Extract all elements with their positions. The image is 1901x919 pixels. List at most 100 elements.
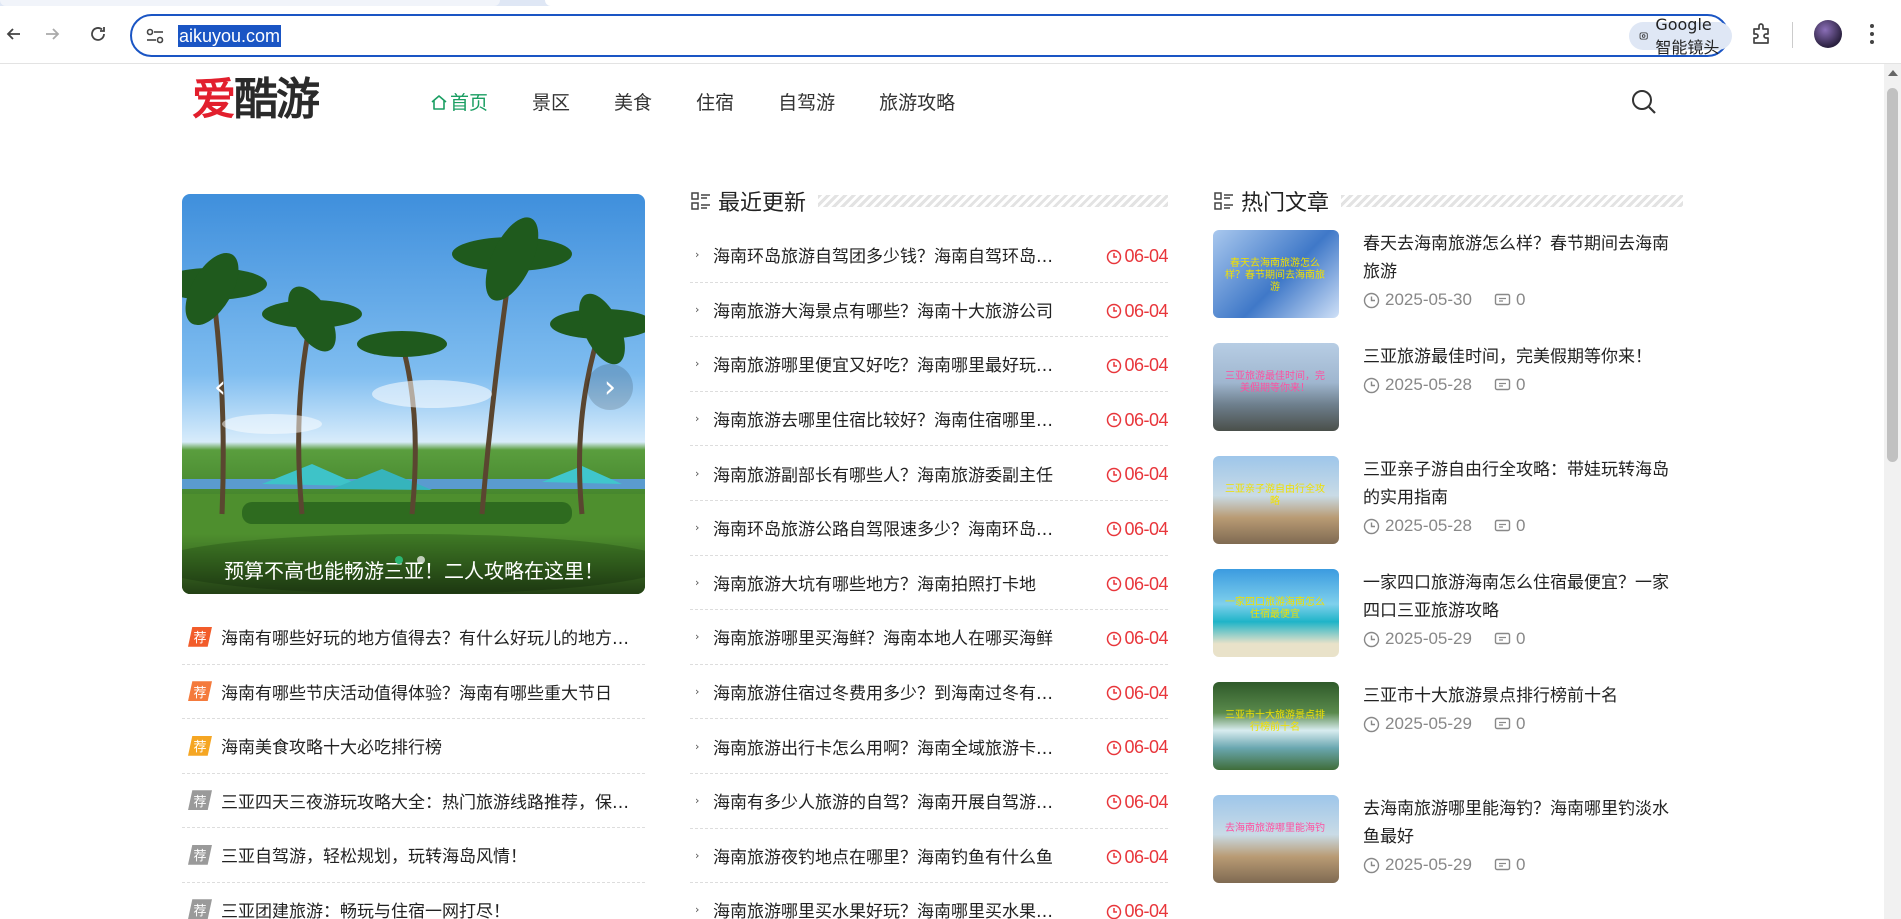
article-title[interactable]: 三亚旅游最佳时间，完美假期等你来！	[1363, 343, 1683, 371]
article-title[interactable]: 一家四口旅游海南怎么住宿最便宜？一家四口三亚旅游攻略	[1363, 569, 1683, 625]
browser-menu-icon[interactable]	[1860, 20, 1884, 48]
list-item[interactable]: 荐 三亚四天三夜游玩攻略大全：热门旅游线路推荐，保姆级攻略	[182, 774, 645, 828]
date-text: 06-04	[1124, 355, 1168, 376]
list-item[interactable]: 荐 海南有哪些节庆活动值得体验？海南有哪些重大节日	[182, 665, 645, 719]
scroll-up-icon[interactable]	[1888, 70, 1898, 76]
date-stamp: 06-04	[1106, 519, 1168, 540]
search-icon[interactable]	[1628, 86, 1660, 118]
list-item[interactable]: › 海南环岛旅游公路自驾限速多少？海南环岛公路限速 06-04	[690, 501, 1168, 556]
list-item-title[interactable]: 海南旅游大坑有哪些地方？海南拍照打卡地	[713, 570, 1063, 595]
logo-text-red: 爱	[192, 74, 236, 125]
list-item[interactable]: › 海南旅游出行卡怎么用啊？海南全域旅游卡怎么用 06-04	[690, 719, 1168, 774]
list-item-title[interactable]: 海南旅游夜钓地点在哪里？海南钓鱼有什么鱼	[713, 843, 1063, 868]
article-title[interactable]: 三亚市十大旅游景点排行榜前十名	[1363, 682, 1683, 710]
thumbnail-overlay-text: 三亚市十大旅游景点排行榜前十名	[1225, 710, 1325, 733]
list-item-title[interactable]: 三亚自驾游，轻松规划，玩转海岛风情！	[221, 842, 641, 867]
article-thumbnail[interactable]: 三亚旅游最佳时间，完美假期等你来！	[1213, 343, 1339, 431]
list-item-title[interactable]: 三亚团建旅游：畅玩与住宿一网打尽！	[221, 897, 641, 919]
date-stamp: 06-04	[1106, 628, 1168, 649]
list-item[interactable]: › 海南旅游哪里买海鲜？海南本地人在哪买海鲜 06-04	[690, 610, 1168, 665]
list-item-title[interactable]: 海南环岛旅游自驾团多少钱？海南自驾环岛攻略	[713, 242, 1063, 267]
list-item[interactable]: › 海南旅游哪里买水果好玩？海南哪里买水果便宜 06-04	[690, 883, 1168, 919]
list-item-title[interactable]: 三亚四天三夜游玩攻略大全：热门旅游线路推荐，保姆级攻略	[221, 788, 641, 813]
nav-scenic[interactable]: 景区	[532, 88, 570, 118]
nav-food[interactable]: 美食	[614, 88, 652, 118]
date-text: 06-04	[1124, 737, 1168, 758]
list-item[interactable]: › 海南旅游去哪里住宿比较好？海南住宿哪里性价比高 06-04	[690, 392, 1168, 447]
nav-guides[interactable]: 旅游攻略	[879, 88, 955, 118]
reload-icon[interactable]	[84, 20, 112, 48]
slider-dot-2[interactable]	[417, 556, 425, 564]
hero-slider[interactable]: ‹ › 预算不高也能畅游三亚！二人攻略在这里！	[182, 194, 645, 594]
latest-section-title: 最近更新	[718, 191, 807, 216]
article-title[interactable]: 三亚亲子游自由行全攻略：带娃玩转海岛的实用指南	[1363, 456, 1683, 512]
list-item-title[interactable]: 海南旅游大海景点有哪些？海南十大旅游公司	[713, 297, 1063, 322]
extensions-icon[interactable]	[1748, 20, 1776, 48]
list-item-title[interactable]: 海南有哪些好玩的地方值得去？有什么好玩儿的地方推荐？	[221, 624, 641, 649]
article-meta: 2025-05-28 0	[1363, 516, 1525, 536]
article-date: 2025-05-29	[1385, 855, 1472, 874]
hot-article[interactable]: 三亚亲子游自由行全攻略 三亚亲子游自由行全攻略：带娃玩转海岛的实用指南 2025…	[1213, 456, 1683, 569]
list-item-title[interactable]: 海南旅游去哪里住宿比较好？海南住宿哪里性价比高	[713, 406, 1063, 431]
google-lens-button[interactable]: Google 智能镜头	[1629, 15, 1733, 57]
nav-home[interactable]: 首页	[430, 88, 488, 118]
list-item-title[interactable]: 海南环岛旅游公路自驾限速多少？海南环岛公路限速	[713, 515, 1063, 540]
hot-article[interactable]: 三亚市十大旅游景点排行榜前十名 三亚市十大旅游景点排行榜前十名 2025-05-…	[1213, 682, 1683, 795]
article-thumbnail[interactable]: 三亚市十大旅游景点排行榜前十名	[1213, 682, 1339, 770]
list-item[interactable]: 荐 海南有哪些好玩的地方值得去？有什么好玩儿的地方推荐？	[182, 610, 645, 665]
date-text: 06-04	[1124, 846, 1168, 867]
date-stamp: 06-04	[1106, 901, 1168, 919]
list-item[interactable]: › 海南有多少人旅游的自驾？海南开展自驾游的人数 06-04	[690, 774, 1168, 829]
list-item-title[interactable]: 海南美食攻略十大必吃排行榜	[221, 733, 641, 758]
forward-icon[interactable]	[38, 20, 66, 48]
slider-dot-1[interactable]	[395, 556, 403, 564]
lens-label: Google 智能镜头	[1655, 14, 1720, 57]
list-item-title[interactable]: 海南旅游住宿过冬费用多少？到海南过冬有什么要求	[713, 679, 1063, 704]
list-item-title[interactable]: 海南旅游哪里便宜又好吃？海南哪里最好玩又便宜	[713, 351, 1063, 376]
profile-avatar[interactable]	[1814, 20, 1842, 48]
list-item-title[interactable]: 海南有多少人旅游的自驾？海南开展自驾游的人数	[713, 788, 1063, 813]
page-scrollbar[interactable]	[1884, 64, 1901, 919]
scrollbar-thumb[interactable]	[1887, 88, 1898, 462]
slider-next-icon[interactable]: ›	[587, 364, 633, 410]
list-item[interactable]: › 海南旅游大海景点有哪些？海南十大旅游公司 06-04	[690, 283, 1168, 338]
article-thumbnail[interactable]: 去海南旅游哪里能海钓	[1213, 795, 1339, 883]
url-text[interactable]: aikuyou.com	[178, 25, 282, 47]
list-item-title[interactable]: 海南旅游出行卡怎么用啊？海南全域旅游卡怎么用	[713, 734, 1063, 759]
article-title[interactable]: 去海南旅游哪里能海钓？海南哪里钓淡水鱼最好	[1363, 795, 1683, 851]
article-thumbnail[interactable]: 三亚亲子游自由行全攻略	[1213, 456, 1339, 544]
site-settings-icon[interactable]	[144, 25, 166, 47]
list-item[interactable]: › 海南旅游夜钓地点在哪里？海南钓鱼有什么鱼 06-04	[690, 829, 1168, 884]
list-item[interactable]: › 海南旅游副部长有哪些人？海南旅游委副主任 06-04	[690, 446, 1168, 501]
article-thumbnail[interactable]: 一家四口旅游海南怎么住宿最便宜	[1213, 569, 1339, 657]
list-item[interactable]: › 海南旅游住宿过冬费用多少？到海南过冬有什么要求 06-04	[690, 665, 1168, 720]
recommend-badge: 荐	[188, 681, 212, 702]
list-item[interactable]: 荐 三亚团建旅游：畅玩与住宿一网打尽！	[182, 883, 645, 919]
list-item-title[interactable]: 海南旅游哪里买海鲜？海南本地人在哪买海鲜	[713, 624, 1063, 649]
list-item-title[interactable]: 海南有哪些节庆活动值得体验？海南有哪些重大节日	[221, 679, 641, 704]
hot-article[interactable]: 一家四口旅游海南怎么住宿最便宜 一家四口旅游海南怎么住宿最便宜？一家四口三亚旅游…	[1213, 569, 1683, 682]
article-thumbnail[interactable]: 春天去海南旅游怎么样？春节期间去海南旅游	[1213, 230, 1339, 318]
back-icon[interactable]	[0, 20, 28, 48]
recommended-list: 荐 海南有哪些好玩的地方值得去？有什么好玩儿的地方推荐？ 荐 海南有哪些节庆活动…	[182, 610, 645, 919]
site-logo[interactable]: 爱酷游	[192, 70, 320, 130]
hot-article[interactable]: 去海南旅游哪里能海钓 去海南旅游哪里能海钓？海南哪里钓淡水鱼最好 2025-05…	[1213, 795, 1683, 908]
hot-article[interactable]: 三亚旅游最佳时间，完美假期等你来！ 三亚旅游最佳时间，完美假期等你来！ 2025…	[1213, 343, 1683, 456]
list-item[interactable]: › 海南环岛旅游自驾团多少钱？海南自驾环岛攻略 06-04	[690, 228, 1168, 283]
article-title[interactable]: 春天去海南旅游怎么样？春节期间去海南旅游	[1363, 230, 1683, 286]
nav-lodging[interactable]: 住宿	[696, 88, 734, 118]
list-item-title[interactable]: 海南旅游副部长有哪些人？海南旅游委副主任	[713, 461, 1063, 486]
address-bar[interactable]: aikuyou.com Google 智能镜头	[130, 14, 1837, 57]
comment-count: 0	[1515, 855, 1526, 874]
list-item[interactable]: 荐 三亚自驾游，轻松规划，玩转海岛风情！	[182, 828, 645, 883]
list-item-title[interactable]: 海南旅游哪里买水果好玩？海南哪里买水果便宜	[713, 897, 1063, 919]
list-item[interactable]: › 海南旅游哪里便宜又好吃？海南哪里最好玩又便宜 06-04	[690, 337, 1168, 392]
nav-self-drive[interactable]: 自驾游	[778, 88, 835, 118]
slider-prev-icon[interactable]: ‹	[200, 364, 240, 410]
hot-article[interactable]: 春天去海南旅游怎么样？春节期间去海南旅游 春天去海南旅游怎么样？春节期间去海南旅…	[1213, 230, 1683, 343]
list-item[interactable]: › 海南旅游大坑有哪些地方？海南拍照打卡地 06-04	[690, 556, 1168, 611]
list-item[interactable]: 荐 海南美食攻略十大必吃排行榜	[182, 719, 645, 774]
article-meta: 2025-05-30 0	[1363, 290, 1525, 310]
browser-toolbar: aikuyou.com Google 智能镜头	[0, 0, 1901, 64]
clock-icon	[1363, 292, 1380, 308]
